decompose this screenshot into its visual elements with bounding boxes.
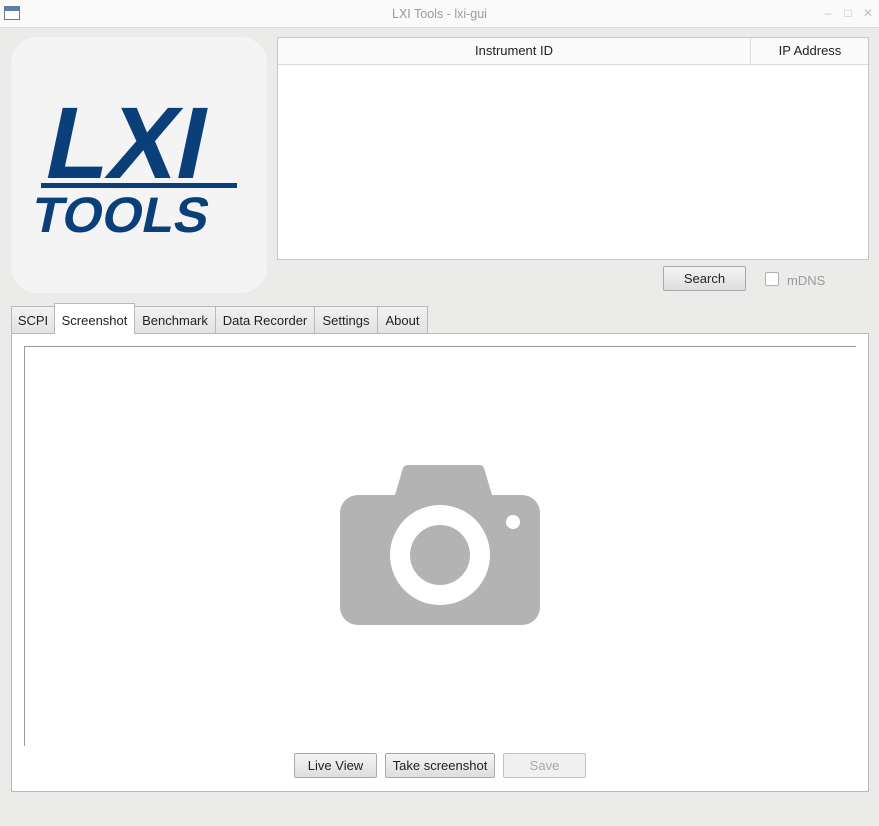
tab-screenshot[interactable]: Screenshot [54,303,135,334]
save-button[interactable]: Save [503,753,586,778]
tab-data-recorder[interactable]: Data Recorder [215,306,315,334]
tab-about[interactable]: About [377,306,428,334]
window-title: LXI Tools - lxi-gui [392,7,487,21]
column-header-ip-address[interactable]: IP Address [751,38,869,64]
title-bar: LXI Tools - lxi-gui – □ ✕ [0,0,879,28]
tab-settings[interactable]: Settings [314,306,378,334]
instrument-table-header: Instrument ID IP Address [278,38,868,65]
logo-divider [41,183,237,188]
minimize-icon[interactable]: – [821,5,835,21]
take-screenshot-button[interactable]: Take screenshot [385,753,495,778]
mdns-label: mDNS [787,273,826,288]
logo-text-lxi: LXI [36,86,219,200]
mdns-checkbox[interactable] [765,272,779,286]
close-icon[interactable]: ✕ [861,5,875,21]
search-button[interactable]: Search [663,266,746,291]
logo-text-tools: TOOLS [27,187,215,243]
live-view-button[interactable]: Live View [294,753,377,778]
lxi-tools-logo-panel: LXI TOOLS [11,37,267,293]
lxi-tools-logo: LXI TOOLS [27,86,237,243]
tab-benchmark[interactable]: Benchmark [134,306,216,334]
tab-scpi[interactable]: SCPI [11,306,55,334]
instrument-table[interactable]: Instrument ID IP Address [277,37,869,260]
screenshot-preview-area [24,346,856,746]
maximize-icon[interactable]: □ [841,5,855,21]
camera-icon [340,465,540,625]
column-header-instrument-id[interactable]: Instrument ID [278,38,751,64]
